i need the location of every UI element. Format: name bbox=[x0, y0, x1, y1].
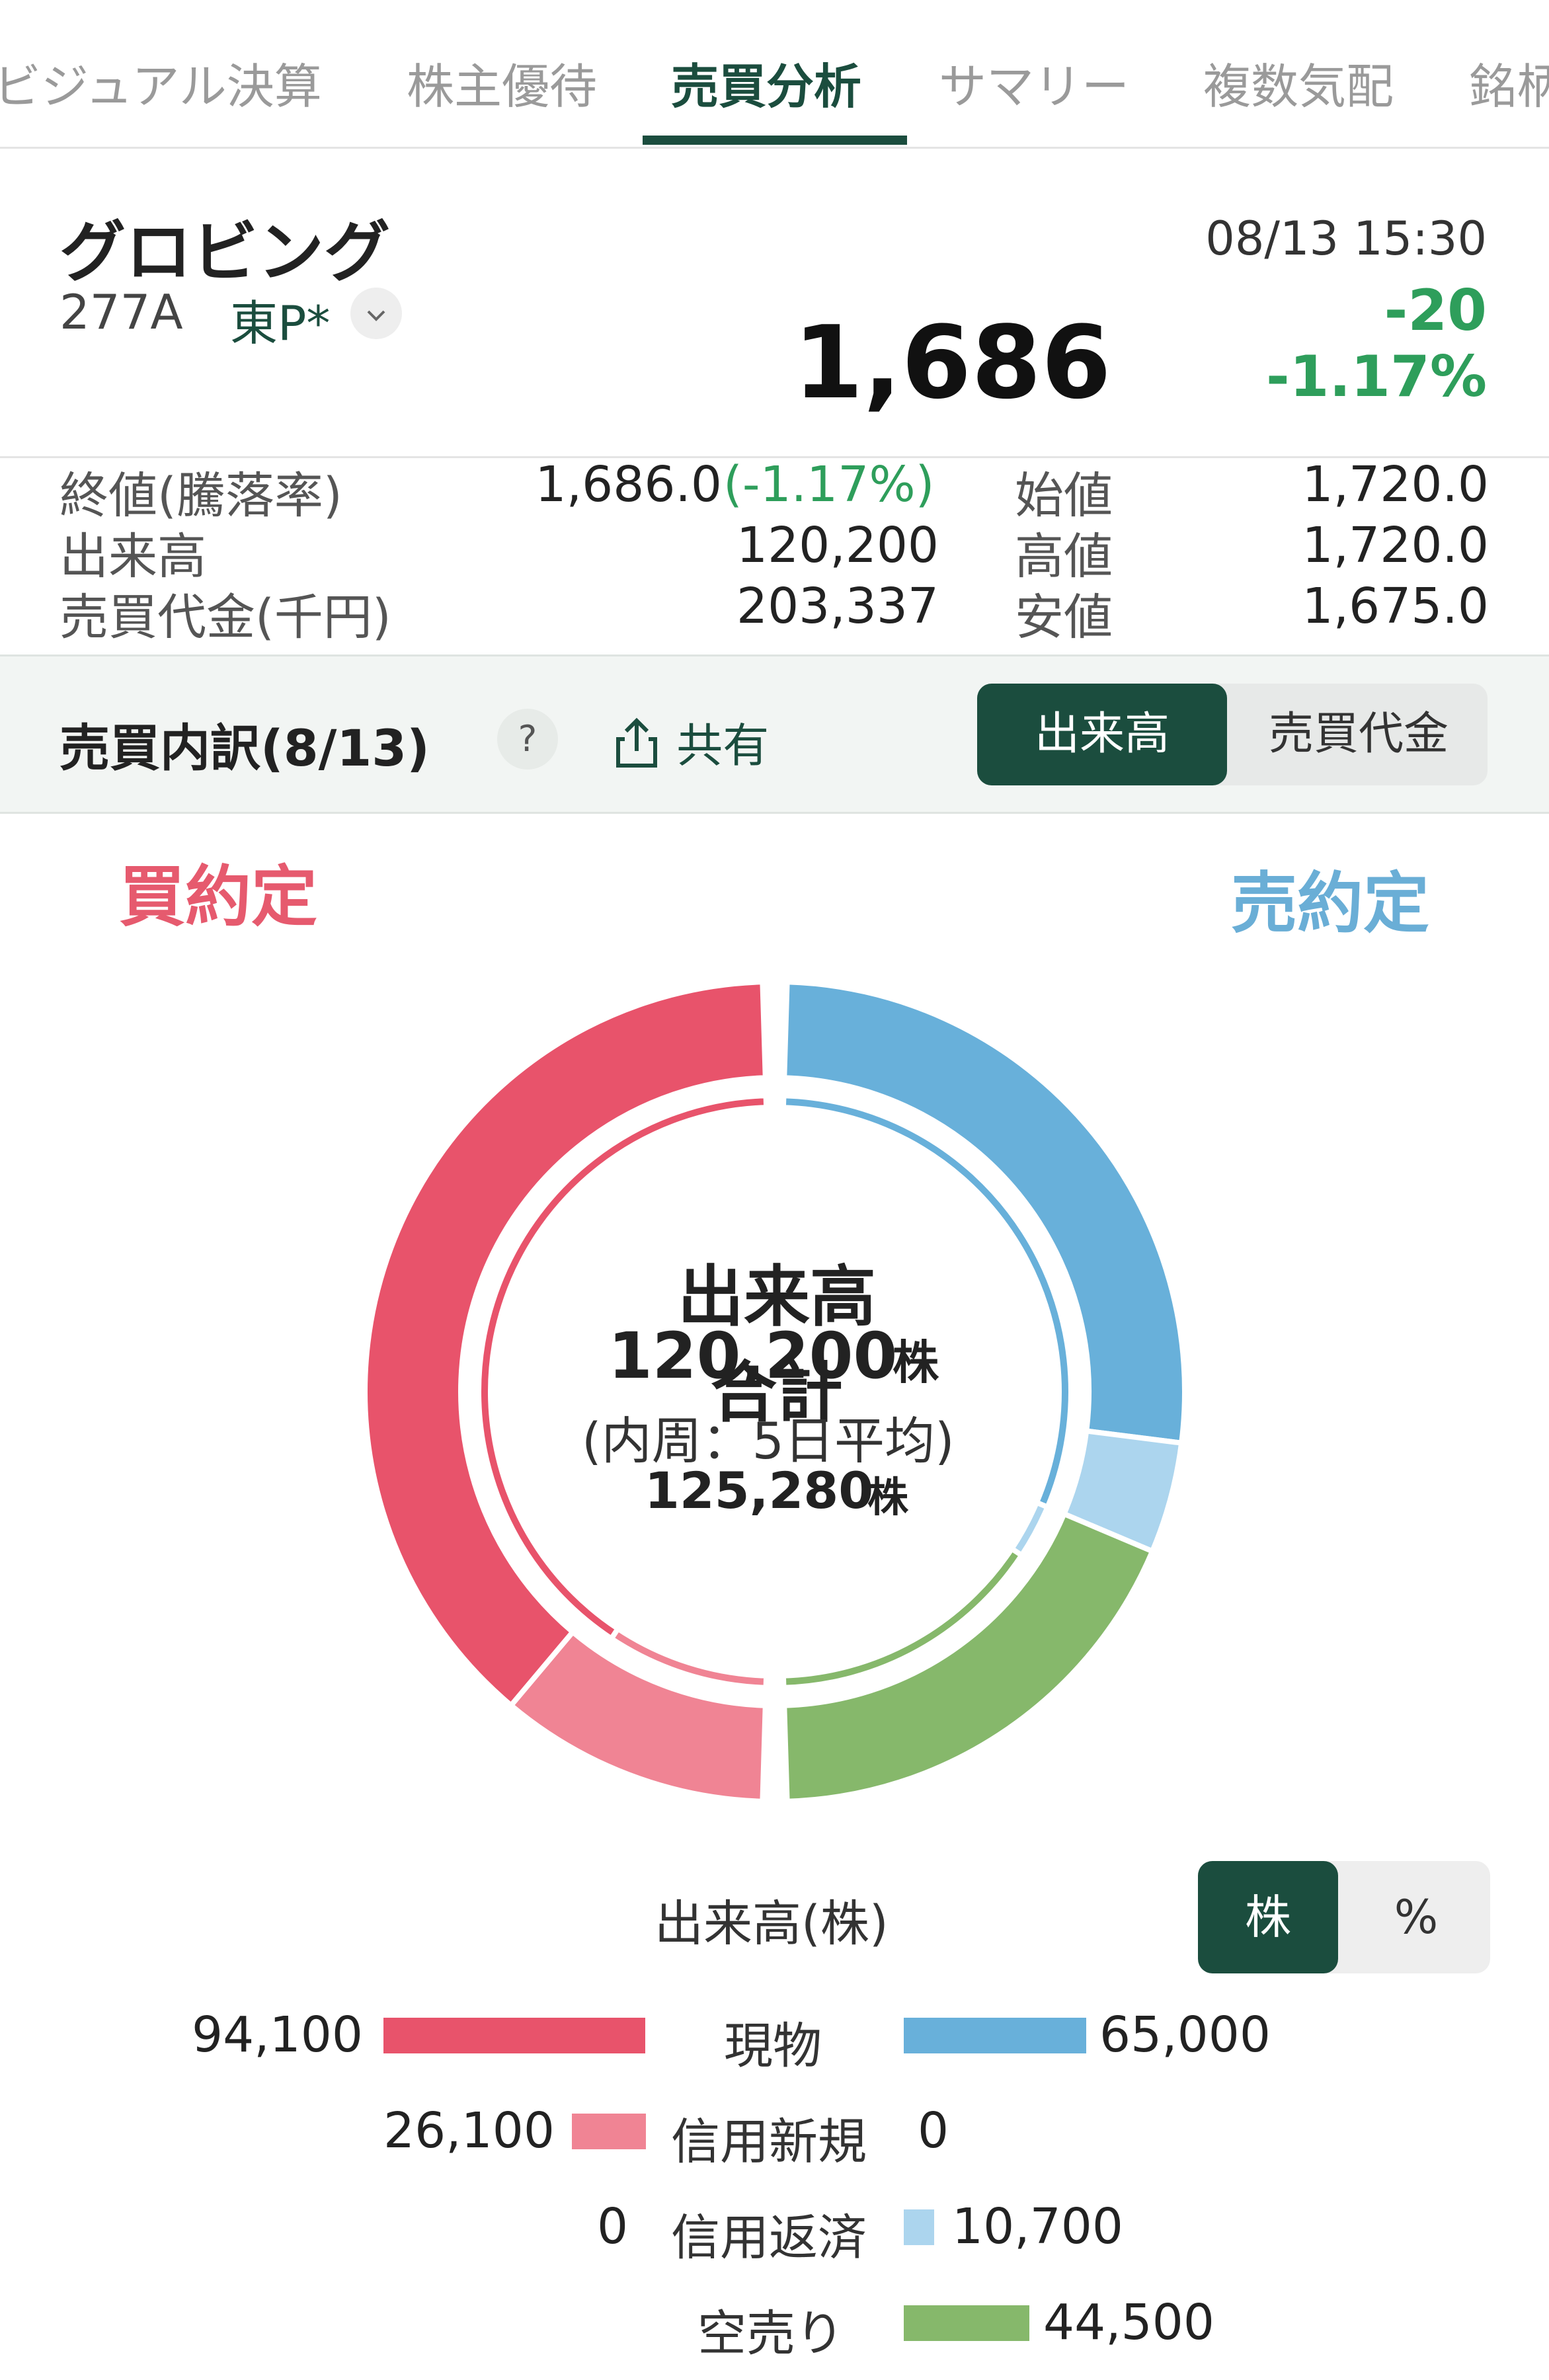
legend-sell-value-short: 44,500 bbox=[1043, 2294, 1214, 2351]
donut-total: 120,200 bbox=[608, 1319, 898, 1393]
legend-buy-bar-margin-new bbox=[572, 2114, 646, 2149]
toggle-percent[interactable]: % bbox=[1342, 1861, 1490, 1973]
inner-sell-segment-1 bbox=[1008, 1499, 1051, 1560]
legend-sell-bar-short bbox=[904, 2305, 1029, 2341]
outer-sell-segment-3 bbox=[781, 1510, 1156, 1804]
donut-avg: 125,280 bbox=[645, 1461, 874, 1520]
toggle-shares[interactable]: 株 bbox=[1198, 1861, 1338, 1973]
legend-sell-value-margin-new: 0 bbox=[918, 2102, 949, 2159]
legend-category-short: 空売り bbox=[697, 2305, 844, 2362]
legend-sell-value-margin-repay: 10,700 bbox=[952, 2198, 1123, 2255]
legend-buy-value-margin-repay: 0 bbox=[597, 2198, 629, 2255]
legend-category-margin-new: 信用新規 bbox=[671, 2114, 867, 2170]
donut-total-unit: 株 bbox=[893, 1335, 939, 1390]
donut-avg-unit: 株 bbox=[867, 1473, 909, 1521]
legend-sell-value-spot: 65,000 bbox=[1099, 2006, 1271, 2063]
legend-category-spot: 現物 bbox=[724, 2018, 822, 2075]
legend-category-margin-repay: 信用返済 bbox=[671, 2209, 867, 2266]
legend-buy-bar-spot bbox=[383, 2018, 645, 2053]
legend-buy-value-margin-new: 26,100 bbox=[383, 2102, 555, 2159]
legend-title: 出来高(株) bbox=[655, 1895, 889, 1952]
legend-sell-bar-spot bbox=[904, 2018, 1086, 2053]
legend-sell-bar-margin-repay bbox=[904, 2209, 934, 2245]
legend-buy-value-spot: 94,100 bbox=[192, 2006, 363, 2063]
